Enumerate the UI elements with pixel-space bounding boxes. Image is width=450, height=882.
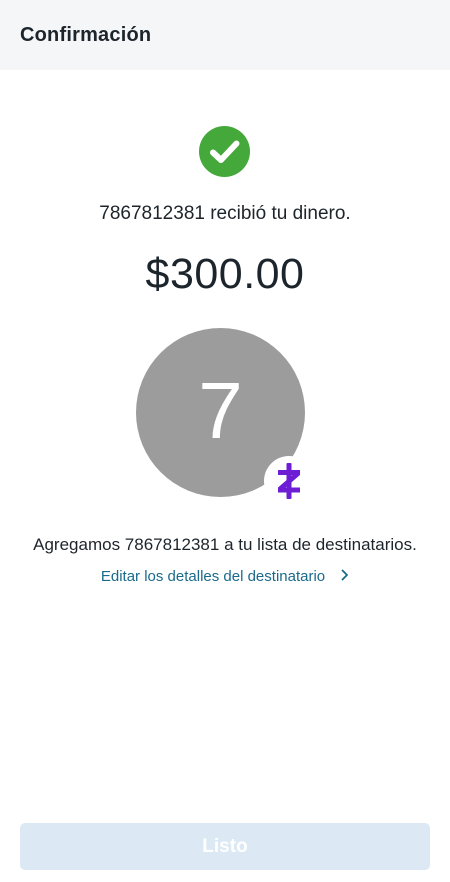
header-bar: Confirmación: [0, 0, 450, 70]
added-to-recipients-message: Agregamos 7867812381 a tu lista de desti…: [33, 535, 417, 554]
page-title: Confirmación: [20, 23, 152, 46]
edit-recipient-label: Editar los detalles del destinatario: [100, 568, 326, 585]
avatar-initial: 7: [198, 365, 243, 455]
amount-value: $300.00: [145, 250, 305, 298]
edit-recipient-link[interactable]: Editar los detalles del destinatario: [0, 568, 450, 585]
done-button[interactable]: Listo: [20, 823, 430, 870]
check-circle-icon: [199, 126, 250, 177]
confirmation-screen: Confirmación 7867812381 recibió tu diner…: [0, 0, 450, 882]
zelle-logo-icon: [264, 456, 314, 506]
chevron-right-icon: [341, 568, 349, 585]
received-message: 7867812381 recibió tu dinero.: [99, 203, 351, 224]
